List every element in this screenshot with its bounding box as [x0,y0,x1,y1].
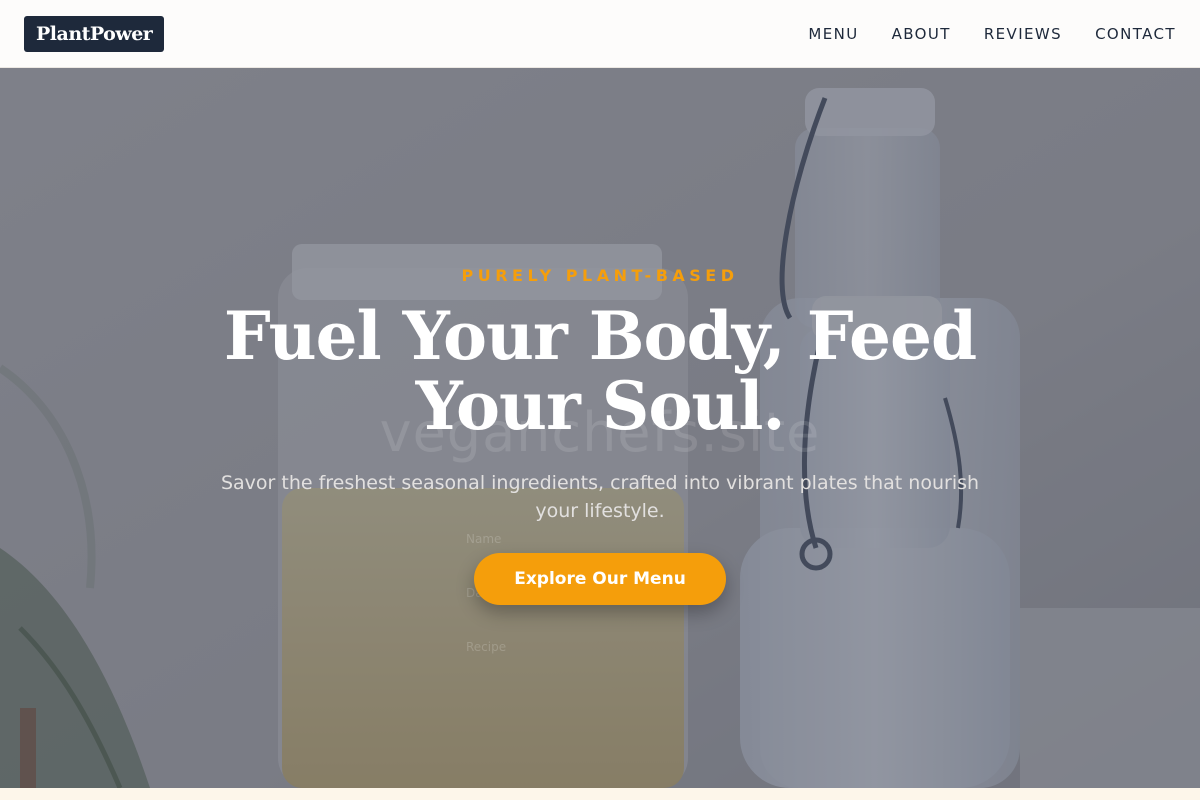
nav-link-contact[interactable]: CONTACT [1095,25,1176,43]
nav-link-about[interactable]: ABOUT [892,25,951,43]
hero-eyebrow: PURELY PLANT-BASED [461,266,739,285]
hero-section: veganchefs.site Name Date Recipe PURELY … [0,68,1200,788]
nav-link-reviews[interactable]: REVIEWS [984,25,1062,43]
brand-logo[interactable]: PlantPower [24,15,165,52]
top-navbar: PlantPower MENU ABOUT REVIEWS CONTACT [0,0,1200,68]
hero-headline: Fuel Your Body, Feed Your Soul. [223,297,977,445]
main-nav: MENU ABOUT REVIEWS CONTACT [808,25,1176,43]
nav-link-menu[interactable]: MENU [808,25,858,43]
next-section-edge [0,788,1200,800]
hero-subtitle: Savor the freshest seasonal ingredients,… [220,472,980,522]
hero-content: PURELY PLANT-BASED Fuel Your Body, Feed … [0,68,1200,788]
explore-menu-button[interactable]: Explore Our Menu [474,553,726,605]
